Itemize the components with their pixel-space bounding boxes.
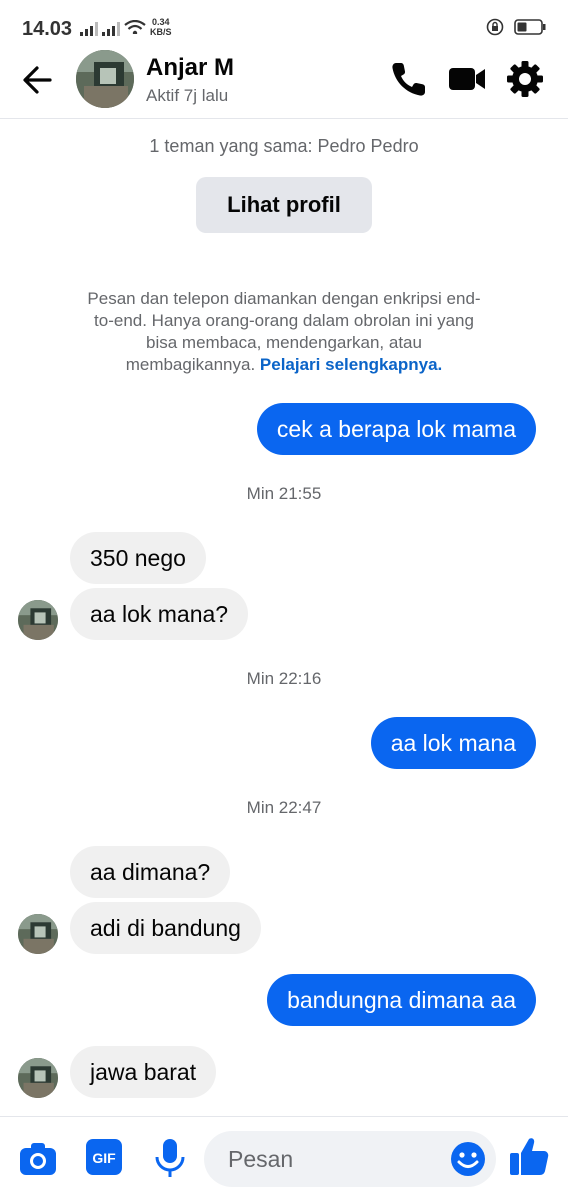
contact-name: Anjar M (146, 54, 235, 81)
timestamp: Min 22:16 (246, 669, 322, 688)
avatar-image (18, 600, 58, 640)
timestamp: Min 21:55 (246, 484, 322, 503)
incoming-message[interactable]: 350 nego (70, 532, 206, 584)
wifi-icon (124, 20, 146, 34)
incoming-message[interactable]: jawa barat (70, 1046, 217, 1098)
microphone-icon[interactable] (152, 1137, 188, 1179)
signal-icon-2 (102, 22, 120, 36)
sender-avatar[interactable] (18, 1058, 58, 1098)
incoming-message[interactable]: aa dimana? (70, 846, 231, 898)
encryption-notice: Pesan dan telepon diamankan dengan enkri… (80, 288, 488, 376)
view-profile-button[interactable]: Lihat profil (196, 177, 372, 233)
outgoing-message[interactable]: bandungna dimana aa (267, 974, 536, 1026)
contact-status: Aktif 7j lalu (146, 86, 229, 105)
gif-icon[interactable]: GIF (86, 1139, 122, 1175)
phone-call-icon[interactable] (388, 58, 430, 100)
avatar-image (18, 914, 58, 954)
incoming-message[interactable]: adi di bandung (70, 902, 261, 954)
rotation-lock-icon (486, 18, 504, 36)
incoming-message[interactable]: aa lok mana? (70, 588, 249, 640)
outgoing-message[interactable]: cek a berapa lok mama (256, 403, 536, 455)
battery-icon (514, 19, 546, 35)
message-composer: GIF (0, 1116, 568, 1200)
sender-avatar[interactable] (18, 600, 58, 640)
outgoing-message[interactable]: aa lok mana (370, 717, 536, 769)
sender-avatar[interactable] (18, 914, 58, 954)
settings-gear-icon[interactable] (504, 58, 546, 100)
contact-avatar[interactable] (76, 50, 134, 108)
network-speed-value: 0.34 (151, 17, 170, 27)
like-thumbs-up-icon[interactable] (508, 1135, 550, 1177)
timestamp: Min 22:47 (246, 798, 322, 817)
signal-icon (80, 22, 98, 36)
camera-icon[interactable] (18, 1139, 58, 1179)
emoji-icon[interactable] (450, 1141, 486, 1177)
avatar-image (76, 50, 134, 108)
network-speed: 0.34 KB/S (150, 17, 172, 37)
status-time: 14.03 (22, 18, 73, 40)
network-speed-unit: KB/S (150, 27, 172, 37)
back-arrow-icon[interactable] (18, 60, 58, 100)
learn-more-link[interactable]: Pelajari selengkapnya. (260, 355, 442, 374)
video-call-icon[interactable] (446, 58, 488, 100)
gif-icon-label: GIF (92, 1150, 116, 1166)
avatar-image (18, 1058, 58, 1098)
chat-header: Anjar M Aktif 7j lalu (0, 42, 568, 119)
mutual-friends-text: 1 teman yang sama: Pedro Pedro (149, 136, 419, 156)
